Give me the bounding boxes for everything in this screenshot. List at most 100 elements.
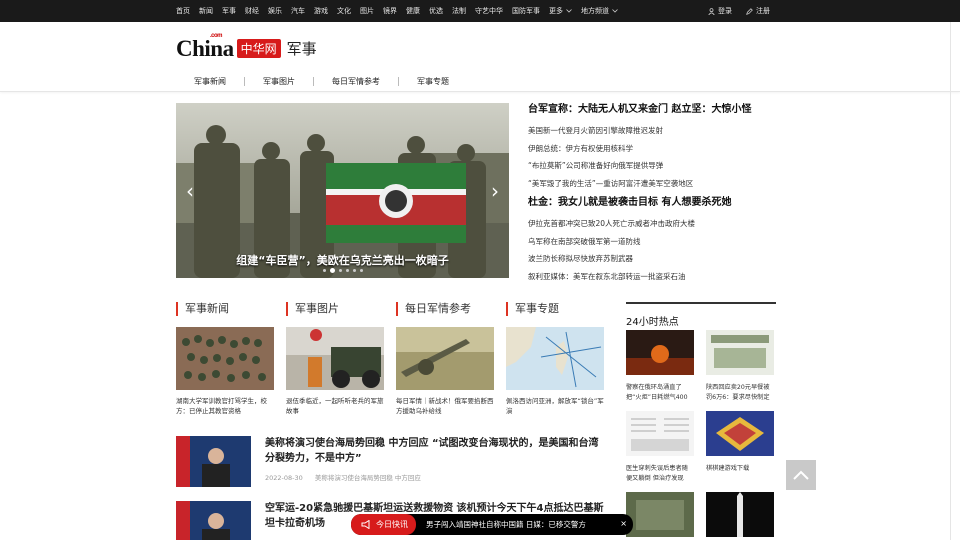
- ticker-close-button[interactable]: ×: [620, 519, 627, 528]
- top-nav-link[interactable]: 地方频道: [581, 6, 609, 16]
- hot-item[interactable]: 陕西回应卖20元早餐被罚6万6：要求尽快制定: [706, 330, 774, 402]
- featured-carousel[interactable]: ‹ › 组建“车臣营”，美欧在乌克兰亮出一枚暗子: [176, 103, 509, 278]
- hot-thumbnail: [626, 492, 694, 537]
- headline-link[interactable]: 叙利亚媒体：美军在叙东北部转运一批盗采石油: [528, 268, 778, 286]
- category-military-photos: 军事图片 退伍季临近，一起听听老兵的军旅故事: [286, 302, 384, 416]
- category-title[interactable]: 军事图片: [286, 302, 384, 316]
- top-nav-link[interactable]: 法制: [452, 6, 466, 16]
- headline-link[interactable]: 美国新一代登月火箭因引擎故障推迟发射: [528, 122, 778, 140]
- headline-link[interactable]: 伊拉克首都冲突已致20人死亡示威者冲击政府大楼: [528, 215, 778, 233]
- ticker-label: 今日快讯: [351, 514, 416, 535]
- headline-main[interactable]: 台军宣称：大陆无人机又来金门 赵立坚：大惊小怪: [528, 103, 778, 117]
- site-logo[interactable]: China .com 中华网 军事: [176, 33, 317, 62]
- top-nav-link[interactable]: 财经: [245, 6, 259, 16]
- subnav-item[interactable]: 军事专题: [399, 76, 467, 87]
- top-nav-link[interactable]: 镜界: [383, 6, 397, 16]
- carousel-dot[interactable]: [329, 268, 335, 273]
- top-nav-link[interactable]: 图片: [360, 6, 374, 16]
- category-special-topics: 军事专题 佩洛西访问亚洲，解放军“锁台”军演: [506, 302, 604, 416]
- top-nav-link[interactable]: 娱乐: [268, 6, 282, 16]
- category-thumbnail[interactable]: [506, 327, 604, 390]
- site-header: China .com 中华网 军事 军事新闻 军事图片 每日军情参考 军事专题: [0, 22, 960, 92]
- hot-item[interactable]: 警察在俄环岛涌直了把“火炬”日耗燃气400: [626, 330, 694, 402]
- top-nav-link[interactable]: 更多: [549, 6, 563, 16]
- subnav-item[interactable]: 每日军情参考: [314, 76, 398, 87]
- top-nav-link[interactable]: 军事: [222, 6, 236, 16]
- chevron-down-icon: [612, 7, 618, 15]
- top-nav-link[interactable]: 健康: [406, 6, 420, 16]
- carousel-dot[interactable]: [359, 269, 363, 272]
- top-nav-link[interactable]: 游戏: [314, 6, 328, 16]
- category-description[interactable]: 湖南大学军训教官打骂学生，校方：已停止其教官资格: [176, 397, 274, 416]
- hot-item[interactable]: [626, 492, 694, 540]
- hot-thumbnail: [706, 492, 774, 537]
- top-nav-link[interactable]: 汽车: [291, 6, 305, 16]
- headline-link[interactable]: 伊朗总统：伊方有权使用核科学: [528, 140, 778, 158]
- headline-link[interactable]: “布拉莫斯”公司称准备好向俄军提供导弹: [528, 157, 778, 175]
- page-edge-divider: [950, 22, 951, 540]
- category-thumbnail[interactable]: [176, 327, 274, 390]
- carousel-caption[interactable]: 组建“车臣营”，美欧在乌克兰亮出一枚暗子: [176, 252, 509, 268]
- hot-thumbnail: [626, 330, 694, 375]
- back-to-top-button[interactable]: [786, 460, 816, 490]
- carousel-dot[interactable]: [322, 269, 326, 272]
- category-thumbnail[interactable]: [286, 327, 384, 390]
- headline-link[interactable]: 乌军称在南部突破俄军第一道防线: [528, 233, 778, 251]
- megaphone-icon: [361, 520, 370, 529]
- headline-link[interactable]: 波兰防长称拟尽快放弃苏制武器: [528, 250, 778, 268]
- hot-item[interactable]: [706, 492, 774, 540]
- news-ticker[interactable]: 今日快讯 男子闯入靖国神社自称中国籍 日媒：已移交警方 ×: [351, 514, 633, 535]
- top-nav-link[interactable]: 新闻: [199, 6, 213, 16]
- top-nav-bar: 首页 新闻 军事 财经 娱乐 汽车 游戏 文化 图片 镜界 健康 优选 法制 守艺中华 国防军事 更多 地方频道…: [0, 0, 960, 22]
- login-link[interactable]: 登录: [708, 6, 732, 16]
- subnav-item[interactable]: 军事图片: [245, 76, 313, 87]
- carousel-prev-button[interactable]: ‹: [186, 179, 194, 203]
- headline-main[interactable]: 杜金：我女儿就是被袭击目标 有人想要杀死她: [528, 196, 778, 210]
- top-nav-link[interactable]: 首页: [176, 6, 190, 16]
- category-title[interactable]: 军事专题: [506, 302, 604, 316]
- hot-thumbnail: [706, 330, 774, 375]
- news-item: 美称将演习使台海局势回稳 中方回应 “试图改变台海现状的，是美国和台湾分裂势力，…: [176, 436, 606, 488]
- top-nav-link[interactable]: 文化: [337, 6, 351, 16]
- chevron-down-icon: [566, 7, 572, 15]
- news-thumbnail[interactable]: [176, 436, 251, 487]
- chevron-up-icon: [793, 470, 809, 480]
- hot-thumbnail: [706, 411, 774, 456]
- category-description[interactable]: 退伍季临近，一起听听老兵的军旅故事: [286, 397, 384, 416]
- section-title: 军事: [286, 40, 317, 58]
- news-source[interactable]: 美称将演习使台海局势回稳 中方回应: [315, 474, 421, 482]
- hot-item[interactable]: 棋棋建游戏下载: [706, 411, 774, 474]
- category-title[interactable]: 军事新闻: [176, 302, 274, 316]
- carousel-dots: [176, 268, 509, 273]
- category-columns: 军事新闻 湖南大学军训教官打骂学生，校方：已停止其教官资格 军事图片 退伍季临近…: [176, 302, 606, 415]
- subnav-item[interactable]: 军事新闻: [176, 76, 244, 87]
- carousel-dot[interactable]: [338, 269, 342, 272]
- carousel-next-button[interactable]: ›: [491, 179, 499, 203]
- news-title[interactable]: 美称将演习使台海局势回稳 中方回应 “试图改变台海现状的，是美国和台湾分裂势力，…: [265, 436, 605, 466]
- register-link[interactable]: 注册: [746, 6, 770, 16]
- hot-item[interactable]: 医生穿刺失误后患者随便又躺倒 但治疗发现: [626, 411, 694, 483]
- category-description[interactable]: 佩洛西访问亚洲，解放军“锁台”军演: [506, 397, 604, 416]
- category-thumbnail[interactable]: [396, 327, 494, 390]
- news-date: 2022-08-30: [265, 474, 303, 482]
- ticker-text[interactable]: 男子闯入靖国神社自称中国籍 日媒：已移交警方: [426, 519, 586, 530]
- news-thumbnail[interactable]: [176, 501, 251, 540]
- carousel-dot[interactable]: [345, 269, 349, 272]
- top-nav-link[interactable]: 守艺中华: [475, 6, 503, 16]
- hot-heading: 24小时热点: [626, 317, 679, 328]
- top-nav-links: 首页 新闻 军事 财经 娱乐 汽车 游戏 文化 图片 镜界 健康 优选 法制 守艺中华 国防军事 更多 地方频道: [176, 0, 627, 22]
- top-nav-link[interactable]: 国防军事: [512, 6, 540, 16]
- carousel-dot[interactable]: [352, 269, 356, 272]
- category-description[interactable]: 每日军情｜新战术！俄军要掐断西方援助乌补给线: [396, 397, 494, 416]
- hot-caption: 医生穿刺失误后患者随便又躺倒 但治疗发现: [626, 465, 688, 482]
- category-military-news: 军事新闻 湖南大学军训教官打骂学生，校方：已停止其教官资格: [176, 302, 274, 416]
- logo-badge: 中华网: [236, 39, 281, 58]
- top-nav-link[interactable]: 优选: [429, 6, 443, 16]
- headline-link[interactable]: “美军毁了我的生活”—重访阿富汗遭美军空袭地区: [528, 175, 778, 193]
- category-daily-briefing: 每日军情参考 每日军情｜新战术！俄军要掐断西方援助乌补给线: [396, 302, 494, 416]
- section-subnav: 军事新闻 军事图片 每日军情参考 军事专题: [176, 72, 467, 90]
- category-title[interactable]: 每日军情参考: [396, 302, 494, 316]
- news-meta: 2022-08-30 美称将演习使台海局势回稳 中方回应: [265, 472, 431, 482]
- logo-wordmark: China .com: [176, 33, 234, 61]
- hot-thumbnail: [626, 411, 694, 456]
